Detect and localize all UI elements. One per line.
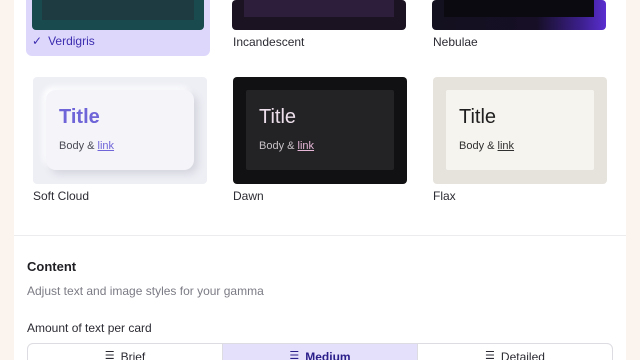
theme-preview-nebulae[interactable] bbox=[432, 0, 606, 30]
theme-label-verdigris: ✓ Verdigris bbox=[32, 34, 95, 48]
lines-medium-icon: ☰ bbox=[289, 349, 300, 360]
amount-option-label: Detailed bbox=[500, 350, 545, 360]
preview-body: Body & link bbox=[59, 140, 115, 152]
amount-option-brief[interactable]: ☰ Brief bbox=[28, 344, 223, 360]
preview-card: Title Body & link bbox=[46, 90, 194, 170]
theme-label-soft-cloud[interactable]: Soft Cloud bbox=[33, 189, 89, 203]
theme-option-verdigris[interactable]: ✓ Verdigris bbox=[26, 0, 210, 56]
theme-preview-flax[interactable]: Title Body & link bbox=[433, 77, 607, 184]
preview-body: Body & link bbox=[259, 140, 315, 152]
amount-option-label: Brief bbox=[120, 350, 146, 360]
preview-card: Title Body & link bbox=[246, 90, 394, 170]
theme-preview-dawn[interactable]: Title Body & link bbox=[233, 77, 407, 184]
lines-detailed-icon: ☰ bbox=[485, 349, 495, 360]
preview-body: Body & link bbox=[459, 140, 515, 152]
amount-of-text-selector: ☰ Brief ☰ Medium ☰ Detailed bbox=[27, 343, 613, 360]
amount-option-detailed[interactable]: ☰ Detailed bbox=[418, 344, 612, 360]
theme-label-dawn[interactable]: Dawn bbox=[233, 189, 264, 203]
preview-title: Title bbox=[259, 106, 297, 128]
checkmark-icon: ✓ bbox=[32, 34, 43, 48]
theme-label-nebulae[interactable]: Nebulae bbox=[433, 35, 478, 49]
content-section-title: Content bbox=[27, 259, 77, 274]
theme-name: Verdigris bbox=[48, 34, 95, 48]
theme-label-flax[interactable]: Flax bbox=[433, 189, 456, 203]
theme-panel: ✓ Verdigris Incandescent Nebulae Title B… bbox=[14, 0, 626, 360]
theme-preview-incandescent[interactable] bbox=[232, 0, 406, 30]
lines-brief-icon: ☰ bbox=[104, 349, 115, 360]
preview-card: Title Body & link bbox=[446, 90, 594, 170]
amount-option-medium[interactable]: ☰ Medium bbox=[223, 344, 418, 360]
theme-label-incandescent[interactable]: Incandescent bbox=[233, 35, 304, 49]
content-section-description: Adjust text and image styles for your ga… bbox=[27, 284, 264, 298]
preview-title: Title bbox=[59, 106, 100, 128]
amount-option-label: Medium bbox=[305, 350, 351, 360]
amount-of-text-label: Amount of text per card bbox=[27, 321, 152, 335]
preview-title: Title bbox=[459, 106, 497, 128]
theme-preview-verdigris bbox=[32, 0, 204, 30]
theme-preview-soft-cloud[interactable]: Title Body & link bbox=[33, 77, 207, 184]
section-divider bbox=[14, 235, 626, 236]
